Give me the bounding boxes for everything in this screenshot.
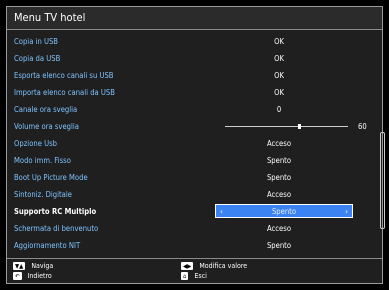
- volume-value: 60: [358, 122, 367, 131]
- menu-item-label: Aggiornamento NIT: [14, 241, 81, 250]
- menu-item-value: Acceso: [267, 224, 291, 233]
- menu-item-canale-ora-sveglia[interactable]: Canale ora sveglia 0: [7, 101, 377, 118]
- footer-back: ↶ Indietro: [13, 272, 52, 280]
- chevron-right-icon[interactable]: ›: [345, 207, 348, 216]
- back-arrow-icon: ↶: [13, 272, 22, 280]
- menu-item-value: Spento: [266, 173, 292, 182]
- menu-title: Menu TV hotel: [14, 11, 86, 24]
- menu-item-label: Canale ora sveglia: [14, 105, 78, 114]
- menu-item-esporta-elenco[interactable]: Esporta elenco canali su USB OK: [7, 67, 377, 84]
- menu-item-copia-in-usb[interactable]: Copia in USB OK: [7, 33, 377, 50]
- menu-item-value: OK: [274, 88, 284, 97]
- selected-value-box[interactable]: ‹ Spento ›: [215, 204, 353, 218]
- footer-navigate: ▼▲ Naviga: [13, 262, 53, 270]
- menu-item-value: OK: [274, 37, 284, 46]
- menu-item-value: Spento: [271, 207, 297, 216]
- menu-item-label: Esporta elenco canali su USB: [14, 71, 114, 80]
- hotel-tv-menu-panel: Menu TV hotel Copia in USB OK Copia da U…: [6, 6, 385, 284]
- menu-title-bar: Menu TV hotel: [7, 7, 382, 30]
- menu-item-value: Acceso: [267, 190, 291, 199]
- footer-back-label: Indietro: [27, 272, 52, 280]
- footer-exit-label: Esci: [194, 272, 207, 280]
- menu-item-value: OK: [274, 54, 284, 63]
- menu-item-label: Supporto RC Multiplo: [14, 207, 97, 216]
- footer-exit: ⌂ Esci: [181, 272, 207, 280]
- menu-item-copia-da-usb[interactable]: Copia da USB OK: [7, 50, 377, 67]
- menu-item-value: Acceso: [267, 139, 291, 148]
- tv-screen: Menu TV hotel Copia in USB OK Copia da U…: [0, 0, 389, 290]
- menu-item-label: Schermata di benvenuto: [14, 224, 99, 233]
- home-icon: ⌂: [181, 272, 189, 280]
- menu-item-value: 0: [276, 105, 282, 114]
- menu-item-label: Copia da USB: [14, 54, 61, 63]
- up-down-arrows-icon: ▼▲: [13, 262, 26, 270]
- footer-navigate-label: Naviga: [31, 262, 54, 270]
- menu-item-label: Volume ora sveglia: [14, 122, 79, 131]
- menu-item-schermata-benvenuto[interactable]: Schermata di benvenuto Acceso: [7, 220, 377, 237]
- menu-item-label: Opzione Usb: [14, 139, 57, 148]
- footer-legend: ▼▲ Naviga ↶ Indietro ◀▶ Modifica valore …: [7, 258, 382, 284]
- menu-item-label: Boot Up Picture Mode: [14, 173, 88, 182]
- footer-modify: ◀▶ Modifica valore: [181, 262, 247, 270]
- slider-knob[interactable]: [297, 124, 301, 129]
- menu-item-label: Importa elenco canali da USB: [14, 88, 115, 97]
- menu-item-value: Spento: [266, 156, 292, 165]
- menu-item-boot-up-picture-mode[interactable]: Boot Up Picture Mode Spento: [7, 169, 377, 186]
- menu-item-value: OK: [274, 71, 284, 80]
- menu-item-sintoniz-digitale[interactable]: Sintoniz. Digitale Acceso: [7, 186, 377, 203]
- menu-item-modo-imm-fisso[interactable]: Modo imm. Fisso Spento: [7, 152, 377, 169]
- volume-slider[interactable]: [225, 124, 348, 129]
- menu-item-supporto-rc-multiplo[interactable]: Supporto RC Multiplo ‹ Spento ›: [7, 203, 377, 220]
- menu-item-label: Copia in USB: [14, 37, 58, 46]
- footer-modify-label: Modifica valore: [199, 262, 248, 270]
- menu-item-aggiornamento-nit[interactable]: Aggiornamento NIT Spento: [7, 237, 377, 254]
- menu-item-importa-elenco[interactable]: Importa elenco canali da USB OK: [7, 84, 377, 101]
- menu-list: Copia in USB OK Copia da USB OK Esporta …: [7, 33, 377, 254]
- menu-item-label: Modo imm. Fisso: [14, 156, 71, 165]
- menu-item-opzione-usb[interactable]: Opzione Usb Acceso: [7, 135, 377, 152]
- scrollbar[interactable]: [380, 132, 385, 229]
- menu-item-volume-ora-sveglia[interactable]: Volume ora sveglia 60: [7, 118, 377, 135]
- menu-item-label: Sintoniz. Digitale: [14, 190, 72, 199]
- menu-item-value: Spento: [266, 241, 292, 250]
- left-right-arrows-icon: ◀▶: [181, 262, 194, 270]
